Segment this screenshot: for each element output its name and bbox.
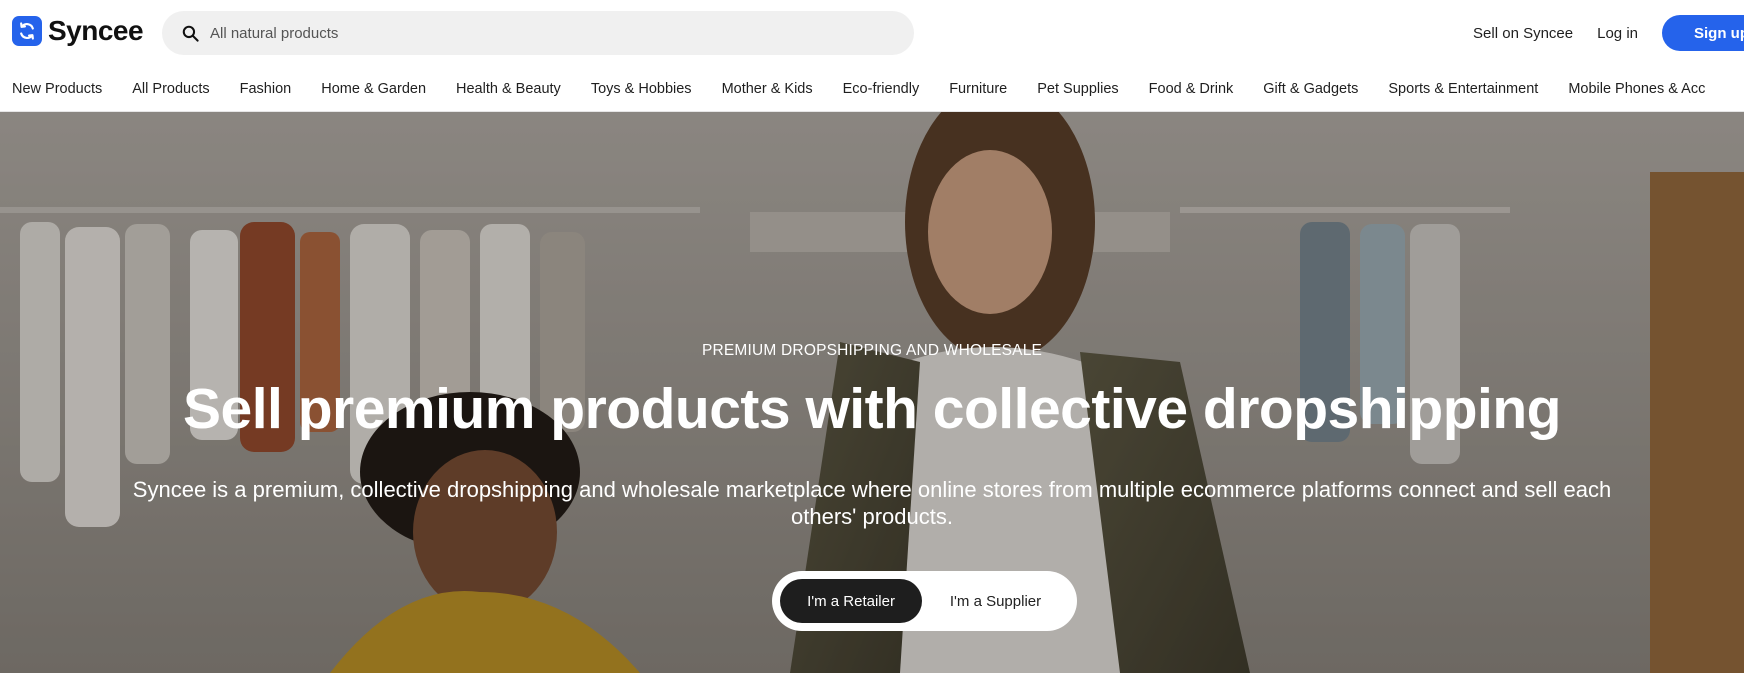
category-gift-gadgets[interactable]: Gift & Gadgets [1263,81,1358,97]
page: Syncee Sell on Syncee Log in Sign up New… [0,0,1744,673]
supplier-button[interactable]: I'm a Supplier [922,579,1069,623]
category-eco-friendly[interactable]: Eco-friendly [843,81,920,97]
category-mother-kids[interactable]: Mother & Kids [722,81,813,97]
signup-button[interactable]: Sign up [1662,15,1744,51]
hero-content: PREMIUM DROPSHIPPING AND WHOLESALE Sell … [0,112,1744,673]
category-toys-hobbies[interactable]: Toys & Hobbies [591,81,692,97]
category-fashion[interactable]: Fashion [240,81,292,97]
category-sports-entertainment[interactable]: Sports & Entertainment [1388,81,1538,97]
brand-name: Syncee [48,15,144,46]
search-icon [180,23,200,43]
category-furniture[interactable]: Furniture [949,81,1007,97]
hero-subtitle: Syncee is a premium, collective dropship… [132,477,1612,529]
top-header: Syncee Sell on Syncee Log in Sign up [0,0,1744,66]
category-mobile-phones[interactable]: Mobile Phones & Acc [1568,81,1705,97]
search-input[interactable] [210,24,890,42]
retailer-button[interactable]: I'm a Retailer [780,579,923,623]
sell-on-syncee-link[interactable]: Sell on Syncee [1473,25,1573,42]
category-home-garden[interactable]: Home & Garden [321,81,426,97]
search-bar[interactable] [162,11,914,55]
hero-headline: Sell premium products with collective dr… [182,377,1562,441]
header-actions: Sell on Syncee Log in Sign up [1473,14,1744,52]
hero-eyebrow: PREMIUM DROPSHIPPING AND WHOLESALE [701,342,1043,359]
category-new-products[interactable]: New Products [12,81,102,97]
category-pet-supplies[interactable]: Pet Supplies [1037,81,1118,97]
category-nav: New Products All Products Fashion Home &… [0,66,1744,112]
role-toggle: I'm a Retailer I'm a Supplier [772,571,1077,631]
hero-section: PREMIUM DROPSHIPPING AND WHOLESALE Sell … [0,112,1744,673]
category-health-beauty[interactable]: Health & Beauty [456,81,561,97]
category-food-drink[interactable]: Food & Drink [1149,81,1234,97]
login-link[interactable]: Log in [1597,25,1638,42]
category-all-products[interactable]: All Products [132,81,209,97]
sync-arrows-icon [12,16,42,46]
syncee-logo[interactable]: Syncee [12,15,144,47]
